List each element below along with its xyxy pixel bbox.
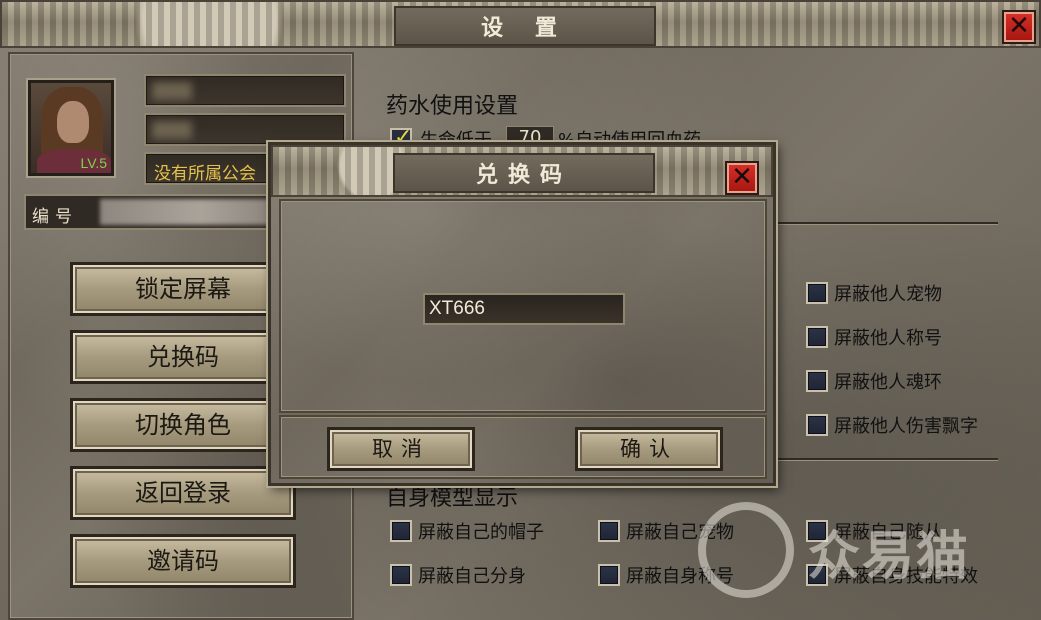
option-label: 屏蔽他人魂环: [834, 372, 942, 393]
dialog-title: 兑换码: [393, 153, 655, 193]
settings-titlebar: 设 置 ✕: [0, 0, 1041, 48]
redeem-code-dialog: 兑换码 ✕ XT666 取消 确认: [268, 142, 776, 486]
settings-close-button[interactable]: ✕: [1002, 10, 1036, 44]
checkbox[interactable]: [390, 564, 412, 586]
redeem-code-input[interactable]: XT666: [423, 293, 625, 325]
watermark-text: 众易猫: [808, 527, 971, 587]
checkbox[interactable]: [806, 370, 828, 392]
checkbox[interactable]: [390, 520, 412, 542]
option-label: 屏蔽自己的帽子: [418, 522, 544, 543]
cat-logo-icon: [698, 502, 794, 598]
avatar-face: [57, 101, 89, 143]
checkbox[interactable]: [598, 520, 620, 542]
checkbox[interactable]: [806, 326, 828, 348]
option-label: 屏蔽他人伤害飘字: [834, 416, 978, 437]
dialog-titlebar: 兑换码 ✕: [271, 145, 773, 197]
watermark: 众易猫: [690, 498, 1020, 602]
close-icon: ✕: [731, 162, 753, 192]
redacted-subname: [152, 121, 192, 139]
dialog-body: XT666: [279, 199, 767, 413]
redeem-code-button[interactable]: 兑换码: [70, 330, 296, 384]
avatar: LV.5: [28, 80, 114, 176]
option-label: 屏蔽他人称号: [834, 328, 942, 349]
confirm-button[interactable]: 确认: [575, 427, 723, 471]
invite-code-button[interactable]: 邀请码: [70, 534, 296, 588]
switch-character-button[interactable]: 切换角色: [70, 398, 296, 452]
cancel-button[interactable]: 取消: [327, 427, 475, 471]
player-id-label: 编号: [32, 207, 78, 227]
lock-screen-button[interactable]: 锁定屏幕: [70, 262, 296, 316]
redacted-name: [152, 82, 192, 100]
return-login-button[interactable]: 返回登录: [70, 466, 296, 520]
dialog-footer: 取消 确认: [279, 415, 767, 479]
potion-settings-heading: 药水使用设置: [386, 94, 519, 119]
option-label: 屏蔽他人宠物: [834, 284, 942, 305]
settings-title: 设 置: [394, 6, 656, 46]
player-name-field: [144, 74, 346, 107]
option-label: 屏蔽自己分身: [418, 566, 526, 587]
close-icon: ✕: [1008, 11, 1030, 41]
level-label: LV.5: [80, 155, 107, 171]
checkbox[interactable]: [806, 282, 828, 304]
dialog-close-button[interactable]: ✕: [725, 161, 759, 195]
checkbox[interactable]: [806, 414, 828, 436]
checkbox[interactable]: [598, 564, 620, 586]
guild-label: 没有所属公会: [154, 164, 256, 184]
